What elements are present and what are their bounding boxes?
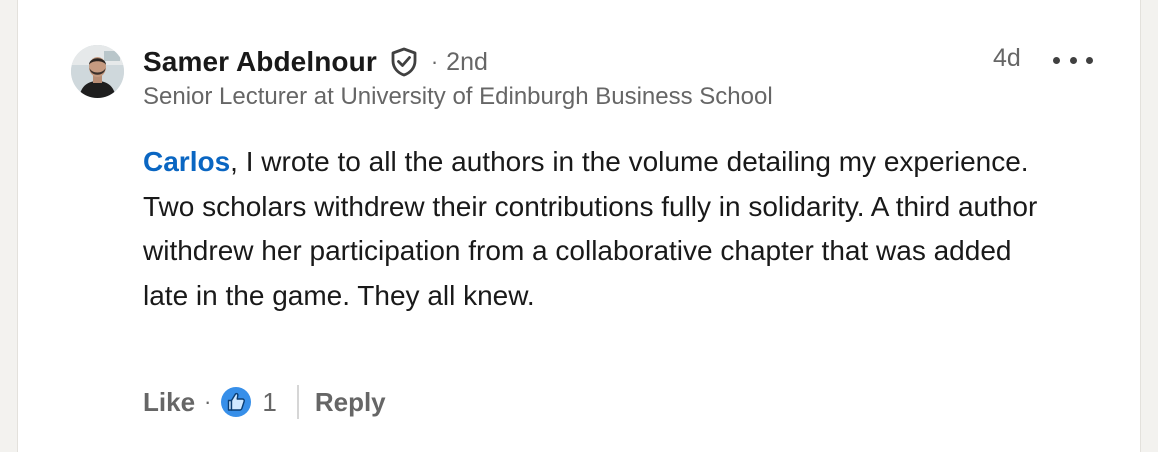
ellipsis-icon bbox=[1053, 56, 1060, 64]
connection-degree: 2nd bbox=[446, 47, 488, 76]
profile-photo-icon bbox=[71, 45, 124, 98]
comment-card: Samer Abdelnour · 2nd Senior Lecturer at… bbox=[17, 0, 1141, 452]
separator-dot: · bbox=[430, 49, 439, 74]
comment-actions: Like · 1 Reply bbox=[143, 384, 386, 420]
reaction-count[interactable]: 1 bbox=[262, 387, 276, 418]
like-button[interactable]: Like bbox=[143, 387, 195, 418]
thumbs-up-icon[interactable] bbox=[220, 386, 252, 418]
ellipsis-icon bbox=[1069, 56, 1077, 64]
comment-text: , I wrote to all the authors in the volu… bbox=[143, 146, 1038, 311]
ellipsis-icon bbox=[1086, 56, 1093, 64]
more-options-button[interactable] bbox=[1053, 48, 1093, 72]
reply-button[interactable]: Reply bbox=[315, 387, 386, 418]
shield-check-icon bbox=[389, 47, 419, 77]
author-headline: Senior Lecturer at University of Edinbur… bbox=[143, 83, 773, 110]
avatar[interactable] bbox=[71, 45, 124, 98]
comment-header: Samer Abdelnour · 2nd Senior Lecturer at… bbox=[143, 42, 1083, 112]
author-name[interactable]: Samer Abdelnour bbox=[143, 46, 377, 78]
actions-divider bbox=[296, 385, 299, 419]
action-separator: · bbox=[204, 389, 212, 414]
timestamp: 4d bbox=[993, 44, 1021, 72]
author-row: Samer Abdelnour · 2nd bbox=[143, 42, 1083, 82]
mention-link[interactable]: Carlos bbox=[143, 146, 230, 177]
comment-body: Carlos, I wrote to all the authors in th… bbox=[143, 140, 1043, 318]
